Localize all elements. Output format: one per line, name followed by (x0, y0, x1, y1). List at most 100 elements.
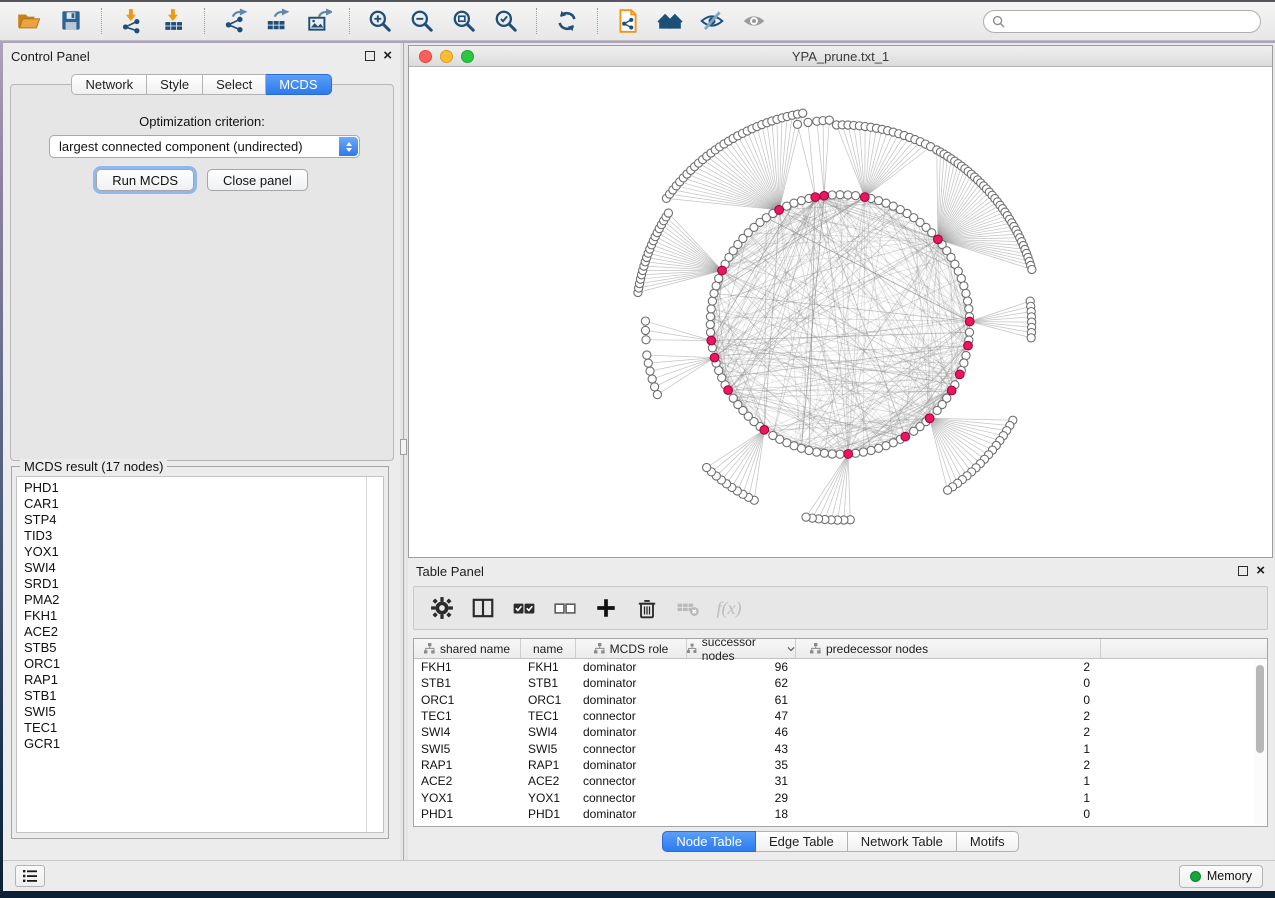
column-header-predecessor-nodes[interactable]: predecessor nodes (796, 639, 1101, 658)
zoom-fit-button[interactable] (443, 3, 485, 39)
column-header-successor-nodes[interactable]: successor nodes (687, 639, 796, 658)
table-row[interactable]: ACE2ACE2connector311 (414, 773, 1254, 789)
search-input[interactable] (1010, 14, 1252, 28)
export-table-button[interactable] (256, 3, 298, 39)
select-all-icon (512, 596, 536, 620)
mcds-result-item[interactable]: ACE2 (24, 624, 383, 640)
select-all-rows-button[interactable] (512, 596, 536, 620)
criterion-dropdown-value: largest connected component (undirected) (59, 139, 303, 154)
mcds-result-item[interactable]: RAP1 (24, 672, 383, 688)
network-graph[interactable] (409, 67, 1272, 557)
task-history-button[interactable] (15, 865, 45, 887)
float-table-panel-icon[interactable] (1238, 566, 1248, 576)
hide-selected-button[interactable] (691, 3, 733, 39)
table-tab-motifs[interactable]: Motifs (957, 831, 1019, 852)
zoom-selected-icon (493, 8, 519, 34)
show-all-button[interactable] (733, 3, 775, 39)
save-session-button[interactable] (50, 3, 92, 39)
eye-slash-icon (699, 8, 725, 34)
import-table-button[interactable] (153, 3, 195, 39)
cell-mcds-role: connector (576, 791, 687, 805)
export-image-button[interactable] (298, 3, 340, 39)
table-row[interactable]: YOX1YOX1connector291 (414, 789, 1254, 805)
fx-icon: f(x) (717, 598, 742, 619)
tab-network[interactable]: Network (71, 74, 147, 95)
column-header-shared-name[interactable]: shared name (414, 639, 521, 658)
new-network-from-selection-button[interactable] (607, 3, 649, 39)
zoom-selected-button[interactable] (485, 3, 527, 39)
table-row[interactable]: SWI4SWI4dominator462 (414, 724, 1254, 740)
status-bar: Memory (3, 860, 1275, 891)
zoom-in-button[interactable] (359, 3, 401, 39)
criterion-dropdown[interactable]: largest connected component (undirected) (49, 135, 360, 158)
cell-shared-name: ORC1 (414, 693, 521, 707)
delete-column-button[interactable] (635, 596, 659, 620)
memory-button[interactable]: Memory (1179, 865, 1263, 888)
table-row[interactable]: RAP1RAP1dominator352 (414, 757, 1254, 773)
table-tab-network-table[interactable]: Network Table (848, 831, 957, 852)
cell-predecessor-nodes: 1 (796, 791, 1101, 805)
mcds-result-item[interactable]: SWI5 (24, 704, 383, 720)
mcds-result-item[interactable]: FKH1 (24, 608, 383, 624)
cell-mcds-role: dominator (576, 725, 687, 739)
mcds-result-item[interactable]: GCR1 (24, 736, 383, 752)
save-icon (58, 8, 84, 34)
mcds-result-item[interactable]: CAR1 (24, 496, 383, 512)
mcds-result-item[interactable]: STP4 (24, 512, 383, 528)
network-canvas[interactable] (409, 67, 1272, 557)
table-body: FKH1FKH1dominator962STB1STB1dominator620… (414, 659, 1254, 826)
tab-style[interactable]: Style (147, 74, 203, 95)
table-row[interactable]: TEC1TEC1connector472 (414, 708, 1254, 724)
open-session-button[interactable] (8, 3, 50, 39)
cell-name: ACE2 (521, 774, 576, 788)
cell-mcds-role: connector (576, 774, 687, 788)
close-panel-button[interactable]: Close panel (207, 169, 308, 191)
table-settings-button[interactable] (430, 596, 454, 620)
run-mcds-button[interactable]: Run MCDS (96, 169, 194, 191)
table-row[interactable]: SWI5SWI5connector431 (414, 740, 1254, 756)
import-network-icon (119, 8, 145, 34)
cell-predecessor-nodes: 2 (796, 725, 1101, 739)
eye-icon (741, 8, 767, 34)
mcds-result-item[interactable]: STB5 (24, 640, 383, 656)
zoom-out-button[interactable] (401, 3, 443, 39)
table-tab-node-table[interactable]: Node Table (662, 831, 756, 852)
mcds-result-scrollbar[interactable] (366, 477, 383, 832)
tab-select[interactable]: Select (203, 74, 266, 95)
close-panel-icon[interactable]: × (383, 51, 392, 61)
mcds-result-item[interactable]: ORC1 (24, 656, 383, 672)
tab-mcds[interactable]: MCDS (266, 74, 331, 95)
export-network-button[interactable] (214, 3, 256, 39)
mcds-result-item[interactable]: SWI4 (24, 560, 383, 576)
column-header-name[interactable]: name (521, 639, 576, 658)
add-column-button[interactable] (594, 596, 618, 620)
table-row[interactable]: FKH1FKH1dominator962 (414, 659, 1254, 675)
deselect-all-rows-button[interactable] (553, 596, 577, 620)
panel-splitter[interactable] (400, 43, 408, 860)
table-scrollbar-thumb[interactable] (1256, 665, 1264, 753)
table-row[interactable]: PHD1PHD1dominator180 (414, 806, 1254, 822)
cell-successor-nodes: 46 (687, 725, 796, 739)
refresh-button[interactable] (546, 3, 588, 39)
table-row[interactable]: STB1STB1dominator620 (414, 675, 1254, 691)
table-scrollbar[interactable] (1254, 660, 1266, 825)
mcds-result-item[interactable]: YOX1 (24, 544, 383, 560)
mcds-result-item[interactable]: STB1 (24, 688, 383, 704)
column-header-mcds-role[interactable]: MCDS role (576, 639, 687, 658)
close-table-panel-icon[interactable]: × (1256, 566, 1265, 576)
import-network-button[interactable] (111, 3, 153, 39)
hubba-button[interactable] (649, 3, 691, 39)
mcds-result-item[interactable]: PHD1 (24, 480, 383, 496)
mcds-result-item[interactable]: TID3 (24, 528, 383, 544)
float-panel-icon[interactable] (365, 51, 375, 61)
table-panel: Table Panel × (408, 558, 1273, 860)
splitter-handle-icon[interactable] (400, 439, 407, 455)
mcds-result-item[interactable]: PMA2 (24, 592, 383, 608)
table-row[interactable]: ORC1ORC1dominator610 (414, 692, 1254, 708)
mcds-result-item[interactable]: SRD1 (24, 576, 383, 592)
cell-mcds-role: dominator (576, 807, 687, 821)
mcds-result-item[interactable]: TEC1 (24, 720, 383, 736)
zoom-in-icon (367, 8, 393, 34)
table-tab-edge-table[interactable]: Edge Table (756, 831, 848, 852)
show-column-panel-button[interactable] (471, 596, 495, 620)
